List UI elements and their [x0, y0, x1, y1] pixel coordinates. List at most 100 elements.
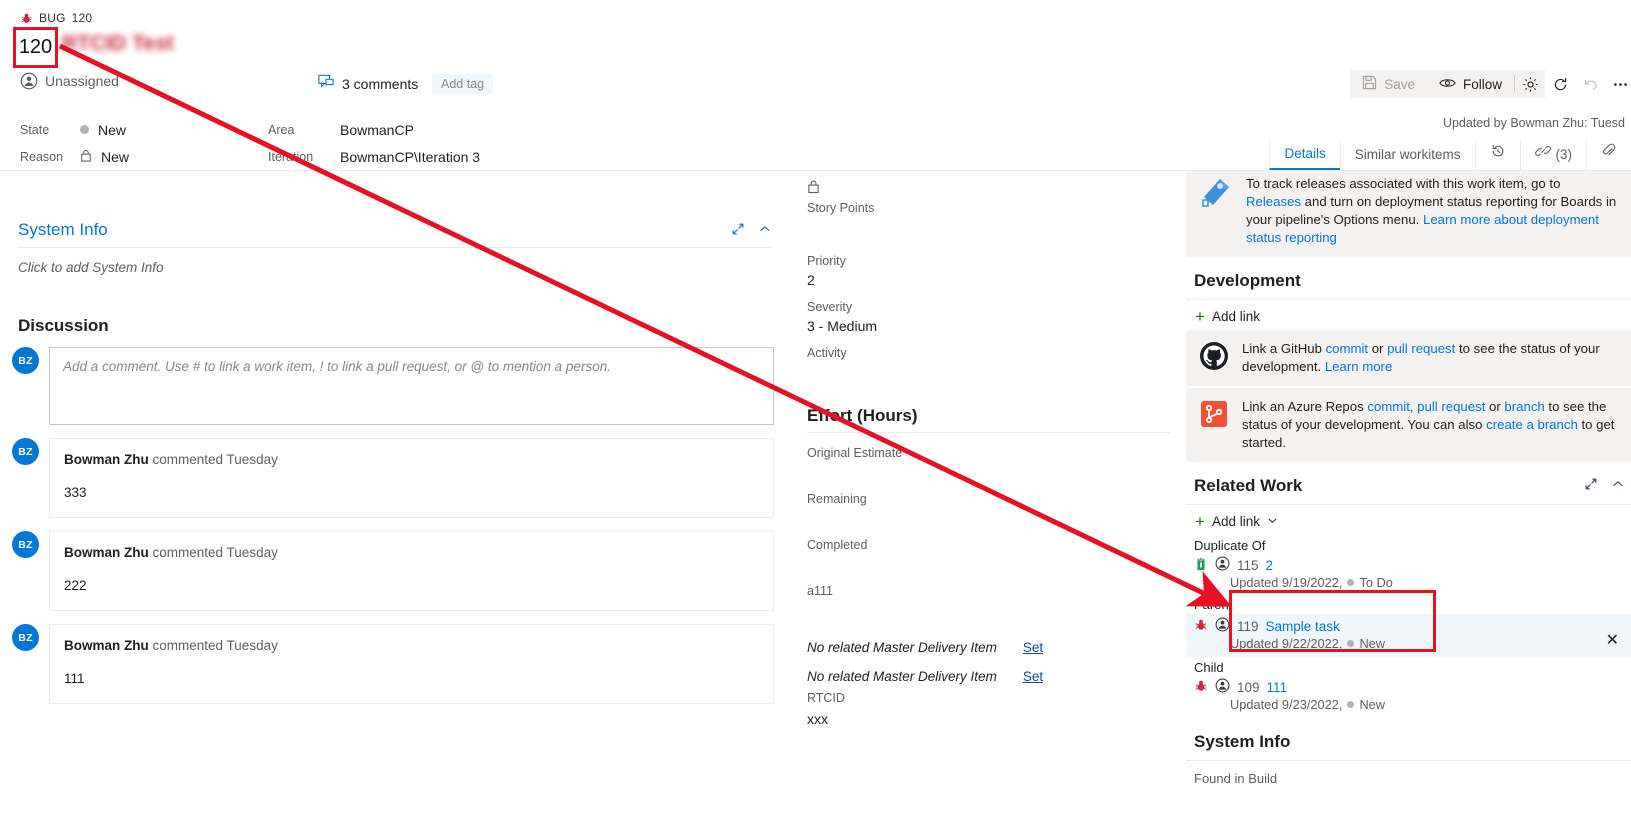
breadcrumb[interactable]: BUG 120	[20, 11, 92, 25]
state-row[interactable]: State New	[20, 116, 129, 143]
related-work-item[interactable]: 115 2 Updated 9/19/2022, To Do	[1186, 555, 1631, 594]
azure-pipelines-icon	[1198, 175, 1234, 247]
area-fields: Area BowmanCP Iteration BowmanCP\Iterati…	[268, 116, 480, 170]
reason-value: New	[101, 148, 130, 165]
related-work-add-link-button[interactable]: + Add link	[1186, 505, 1631, 535]
rtcid-field[interactable]: RTCID xxx	[791, 691, 1186, 728]
system-info-placeholder[interactable]: Click to add System Info	[0, 248, 790, 287]
new-comment-input[interactable]: Add a comment. Use # to link a work item…	[49, 347, 774, 425]
activity-field[interactable]: Activity	[791, 346, 1186, 394]
save-button[interactable]: Save	[1350, 70, 1427, 98]
original-estimate-field[interactable]: Original Estimate	[791, 446, 1186, 492]
comment-card[interactable]: Bowman Zhu commented Tuesday 222	[49, 531, 774, 611]
story-points-field[interactable]: Story Points	[791, 201, 1186, 247]
remaining-label: Remaining	[807, 492, 867, 506]
avatar: BZ	[12, 438, 39, 465]
comment-timestamp: commented Tuesday	[152, 638, 278, 653]
reason-row[interactable]: Reason New	[20, 143, 129, 170]
right-system-info-title: System Info	[1194, 732, 1291, 751]
master-delivery-item-set-link[interactable]: Set	[1023, 640, 1043, 655]
tab-similar-workitems[interactable]: Similar workitems	[1339, 140, 1475, 170]
classification-lock-icon	[791, 171, 1186, 201]
related-work-item-updated: Updated 9/23/2022,	[1230, 697, 1343, 712]
more-icon[interactable]	[1605, 70, 1631, 98]
add-tag-button[interactable]: Add tag	[432, 74, 494, 94]
tab-links-count: (3)	[1555, 147, 1573, 162]
history-icon	[1490, 140, 1506, 170]
comment-timestamp: commented Tuesday	[152, 545, 278, 560]
comment-author: Bowman Zhu	[64, 545, 149, 560]
github-commit-link[interactable]: commit	[1326, 341, 1369, 356]
area-value: BowmanCP	[340, 121, 414, 138]
area-label: Area	[268, 122, 295, 137]
refresh-icon[interactable]	[1545, 70, 1575, 98]
related-work-item[interactable]: 109 111 Updated 9/23/2022, New	[1186, 677, 1631, 716]
tab-attachments[interactable]	[1586, 140, 1631, 170]
comment-card[interactable]: Bowman Zhu commented Tuesday 111	[49, 624, 774, 704]
chevron-up-icon[interactable]	[758, 222, 772, 239]
expand-icon[interactable]	[731, 222, 745, 239]
related-work-title: Related Work	[1194, 476, 1303, 495]
master-delivery-item-set-link[interactable]: Set	[1023, 669, 1043, 684]
follow-icon	[1439, 76, 1456, 93]
related-work-item-title[interactable]: 2	[1266, 558, 1274, 573]
tab-details[interactable]: Details	[1269, 140, 1340, 170]
related-work-item[interactable]: 119 Sample task Updated 9/22/2022, New ✕	[1186, 614, 1631, 657]
original-estimate-value	[807, 464, 1186, 492]
activity-label: Activity	[807, 346, 847, 360]
severity-field[interactable]: Severity 3 - Medium	[791, 300, 1186, 346]
close-icon[interactable]: ✕	[1606, 630, 1619, 650]
follow-button[interactable]: Follow	[1426, 70, 1514, 98]
avatar: BZ	[12, 531, 39, 558]
completed-field[interactable]: Completed	[791, 538, 1186, 584]
bug-icon	[20, 12, 33, 25]
comment-body: 111	[64, 671, 85, 686]
plus-icon: +	[1195, 306, 1205, 326]
area-row[interactable]: Area BowmanCP	[268, 116, 480, 143]
related-work-item-title[interactable]: 111	[1267, 680, 1288, 695]
chevron-up-icon[interactable]	[1611, 476, 1625, 496]
gear-icon[interactable]	[1515, 70, 1545, 98]
severity-label: Severity	[807, 300, 853, 314]
toolbar: Save Follow	[1350, 70, 1631, 98]
priority-field[interactable]: Priority 2	[791, 254, 1186, 300]
iteration-row[interactable]: Iteration BowmanCP\Iteration 3	[268, 143, 480, 170]
severity-value: 3 - Medium	[807, 318, 878, 334]
effort-rule	[807, 432, 1170, 433]
related-group-label: Duplicate Of	[1194, 538, 1266, 553]
github-learn-more-link[interactable]: Learn more	[1325, 359, 1392, 374]
tab-links[interactable]: (3)	[1519, 140, 1587, 170]
bug-icon	[1194, 679, 1208, 696]
github-icon	[1198, 340, 1230, 376]
github-pull-request-link[interactable]: pull request	[1387, 341, 1455, 356]
state-dot-icon	[1347, 579, 1355, 586]
remaining-field[interactable]: Remaining	[791, 492, 1186, 538]
tab-history[interactable]	[1474, 140, 1520, 170]
releases-link[interactable]: Releases	[1246, 194, 1301, 209]
master-delivery-item-row: No related Master Delivery Item Set	[791, 633, 1186, 662]
comment-timestamp: commented Tuesday	[152, 452, 278, 467]
development-add-link-button[interactable]: + Add link	[1186, 300, 1631, 330]
related-work-item-state: New	[1359, 697, 1386, 712]
azure-repos-create-branch-link[interactable]: create a branch	[1486, 417, 1578, 432]
assigned-to[interactable]: Unassigned	[20, 72, 119, 90]
chevron-down-icon	[1267, 514, 1278, 529]
annotation-id-box: 120	[13, 27, 58, 68]
completed-value	[807, 556, 1186, 584]
undo-icon[interactable]	[1575, 70, 1605, 98]
azure-repos-branch-link[interactable]: branch	[1504, 399, 1544, 414]
lock-icon	[80, 149, 92, 165]
comment-card[interactable]: Bowman Zhu commented Tuesday 333	[49, 438, 774, 518]
related-work-item-title[interactable]: Sample task	[1266, 619, 1340, 634]
expand-icon[interactable]	[1584, 476, 1598, 496]
a111-field[interactable]: a111	[791, 584, 1186, 629]
remaining-value	[807, 510, 1186, 538]
state-value: New	[98, 121, 127, 138]
master-delivery-item-text: No related Master Delivery Item	[807, 669, 997, 684]
related-group-label: Parent	[1194, 597, 1233, 612]
comments-count-link[interactable]: 3 comments	[318, 74, 418, 93]
task-icon	[1194, 557, 1208, 574]
development-title: Development	[1194, 271, 1301, 290]
comment-body: 333	[64, 485, 87, 500]
azure-repos-commit-pr-link[interactable]: commit, pull request	[1367, 399, 1485, 414]
